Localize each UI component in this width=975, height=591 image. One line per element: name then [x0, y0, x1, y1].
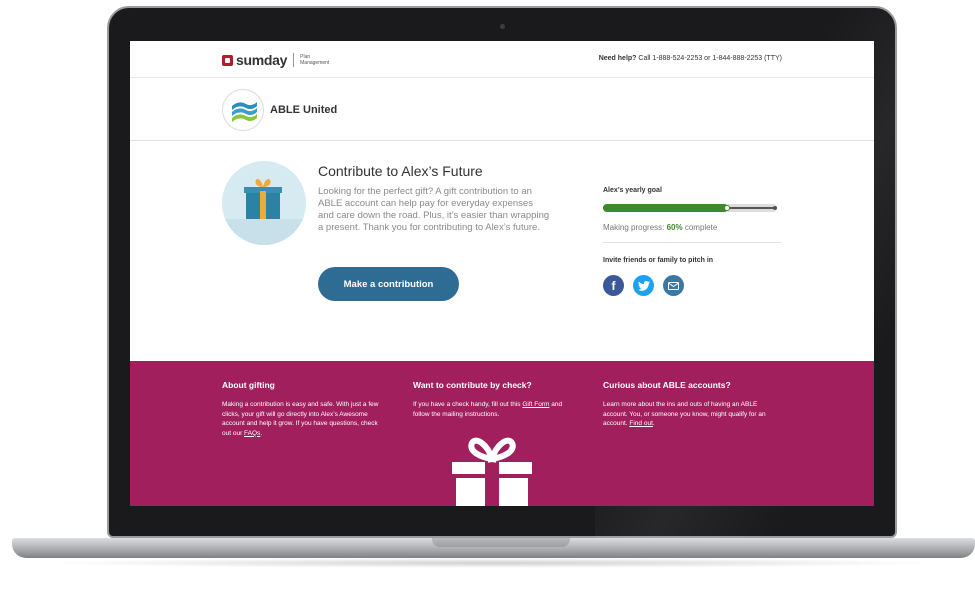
faqs-link[interactable]: FAQs: [244, 430, 260, 437]
able-accounts-section: Curious about ABLE accounts? Learn more …: [603, 380, 771, 429]
gift-bow-icon: [255, 178, 271, 187]
progress-marker: [724, 205, 730, 211]
brand-name: sumday: [236, 52, 288, 68]
check-contribution-section: Want to contribute by check? If you have…: [413, 380, 563, 419]
gift-floor: [222, 219, 306, 245]
able-united-logo: [222, 89, 264, 131]
about-gifting-text: Making a contribution is easy and safe. …: [222, 400, 382, 438]
about-gifting-end: .: [260, 429, 263, 437]
logo-divider: [293, 53, 295, 67]
gift-ribbon: [260, 191, 266, 219]
able-accounts-end: .: [652, 420, 655, 427]
gift-icon: [452, 437, 532, 506]
sumday-logo-icon: [222, 54, 233, 66]
sumday-logo[interactable]: sumday Plan Management: [222, 52, 340, 68]
check-contribution-title: Want to contribute by check?: [413, 380, 532, 390]
info-footer: About gifting Making a contribution is e…: [130, 361, 874, 506]
progress-fill: [603, 204, 728, 212]
email-share-button[interactable]: [663, 275, 684, 296]
make-contribution-button[interactable]: Make a contribution: [318, 267, 459, 301]
check-contribution-text: If you have a check handy, fill out this…: [413, 400, 563, 419]
invite-label: Invite friends or family to pitch in: [603, 257, 714, 264]
goal-progress-bar: [603, 204, 777, 212]
facebook-share-button[interactable]: f: [603, 275, 624, 296]
brand-subtitle: Plan Management: [300, 54, 330, 66]
able-accounts-body: Learn more about the ins and outs of hav…: [603, 401, 766, 427]
about-gifting-section: About gifting Making a contribution is e…: [222, 380, 382, 438]
progress-percent: 60%: [666, 223, 683, 232]
page-title: Contribute to Alex’s Future: [318, 163, 483, 179]
able-united-logo-icon: [232, 102, 257, 122]
org-name: ABLE United: [270, 104, 338, 116]
progress-end-marker: [773, 206, 777, 210]
progress-prefix: Making progress:: [603, 223, 667, 232]
facebook-icon: f: [611, 278, 616, 293]
campaign-description: Looking for the perfect gift? A gift con…: [318, 186, 550, 233]
help-info: Need help? Call 1-888-524-2253 or 1-844-…: [599, 55, 782, 62]
laptop-mockup: sumday Plan Management Need help? Call 1…: [0, 0, 975, 591]
laptop-notch: [432, 538, 570, 547]
email-icon: [668, 281, 679, 290]
help-label: Need help?: [598, 55, 637, 62]
laptop-shadow: [40, 558, 945, 568]
gift-illustration: [222, 161, 306, 245]
gift-form-link[interactable]: Gift Form: [522, 401, 549, 408]
about-gifting-title: About gifting: [222, 380, 275, 390]
goal-divider: [603, 242, 781, 243]
twitter-icon: [637, 280, 650, 291]
screen: sumday Plan Management Need help? Call 1…: [130, 41, 874, 506]
able-accounts-text: Learn more about the ins and outs of hav…: [603, 400, 771, 429]
progress-suffix: complete: [682, 223, 718, 232]
camera-icon: [500, 24, 505, 29]
find-out-link[interactable]: Find out: [629, 420, 653, 427]
check-contribution-body: If you have a check handy, fill out this: [413, 401, 523, 408]
top-bar: sumday Plan Management Need help? Call 1…: [130, 41, 874, 78]
progress-text: Making progress: 60% complete: [603, 223, 717, 232]
help-phone: Call 1-888-524-2253 or 1-844-888-2253 (T…: [638, 55, 782, 62]
goal-label: Alex’s yearly goal: [603, 187, 662, 194]
able-accounts-title: Curious about ABLE accounts?: [603, 380, 731, 390]
org-bar: ABLE United: [130, 79, 874, 141]
twitter-share-button[interactable]: [633, 275, 654, 296]
